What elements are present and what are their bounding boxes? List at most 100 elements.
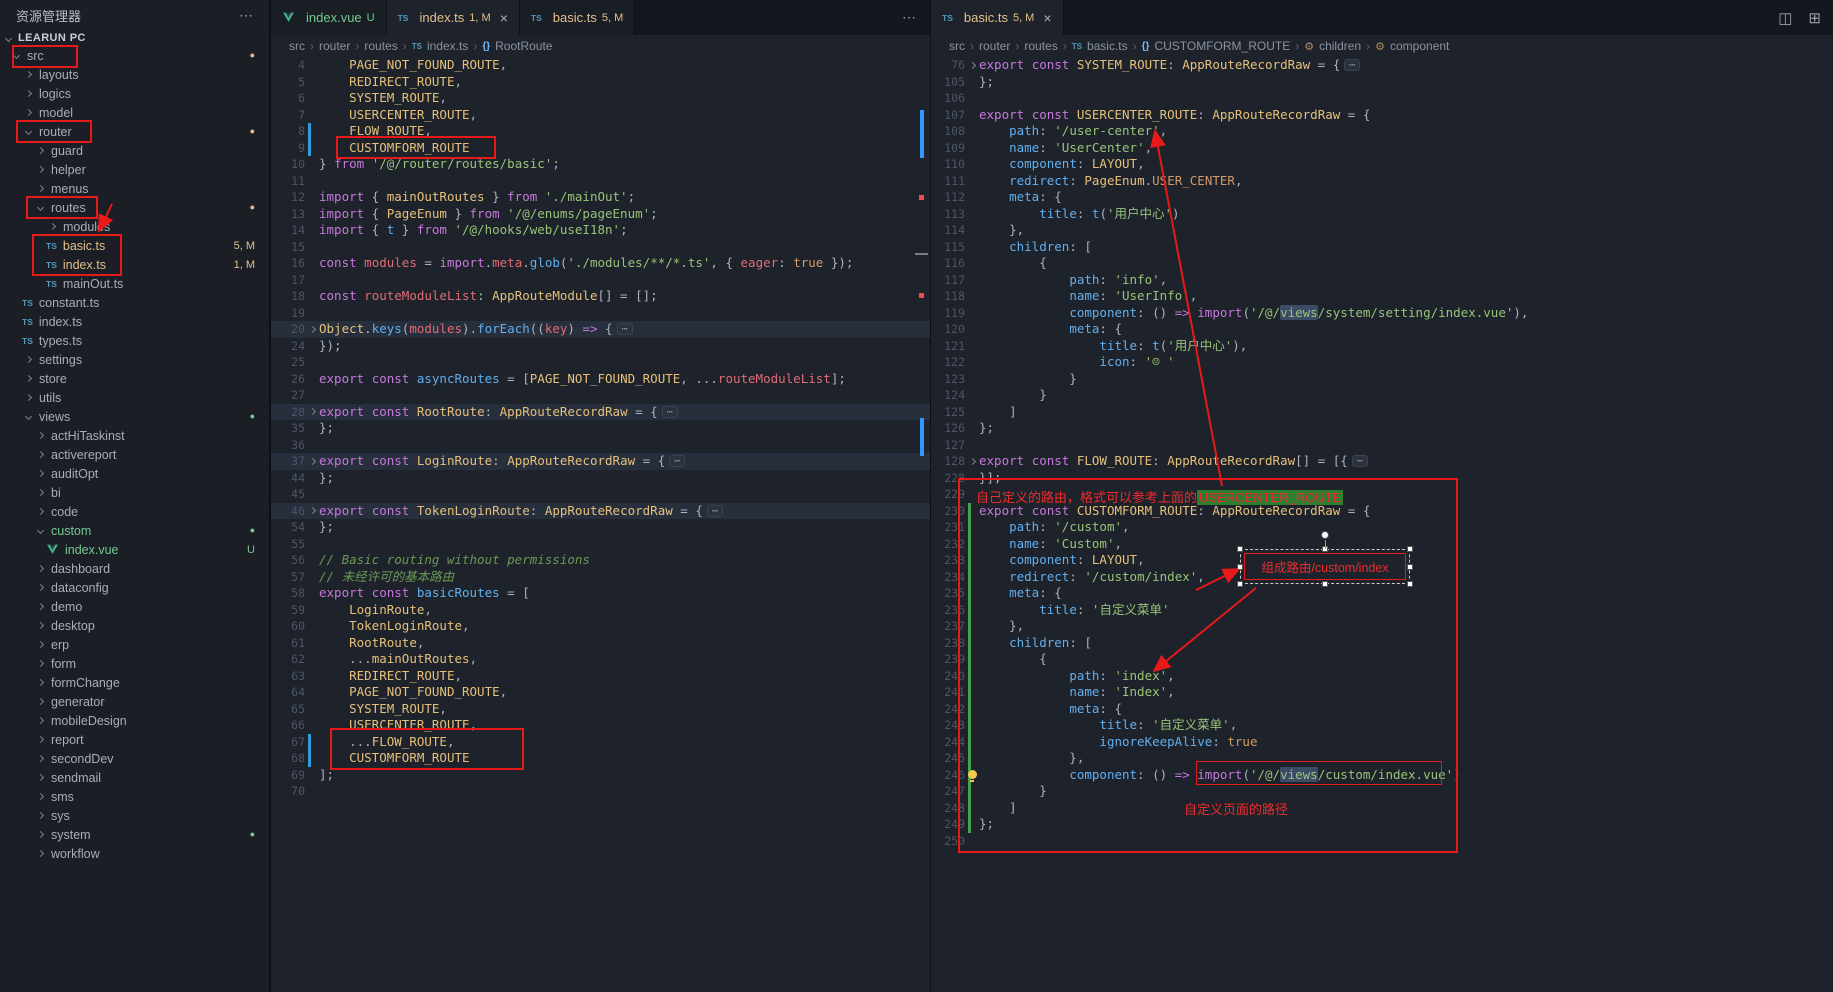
tab-basic.ts[interactable]: TSbasic.ts5, M× xyxy=(931,0,1064,35)
code-line[interactable]: 57// 未经许可的基本路由 xyxy=(271,569,930,586)
code-line[interactable]: 68 CUSTOMFORM_ROUTE xyxy=(271,750,930,767)
tree-item-actHiTaskinst[interactable]: actHiTaskinst xyxy=(0,426,269,445)
code-line[interactable]: 246 component: () => import('/@/views/cu… xyxy=(931,767,1833,784)
code-line[interactable]: 45 xyxy=(271,486,930,503)
code-line[interactable]: 76export const SYSTEM_ROUTE: AppRouteRec… xyxy=(931,57,1833,74)
breadcrumb-item-src[interactable]: src xyxy=(949,39,965,53)
tree-item-settings[interactable]: settings xyxy=(0,350,269,369)
code-line[interactable]: 117 path: 'info', xyxy=(931,272,1833,289)
fold-chevron-icon[interactable] xyxy=(968,62,975,69)
code-line[interactable]: 66 USERCENTER_ROUTE, xyxy=(271,717,930,734)
editor-more-icon[interactable]: ⋯ xyxy=(902,9,930,26)
workspace-section-header[interactable]: LEARUN PC xyxy=(0,30,269,46)
split-editor-icon[interactable]: ◫ xyxy=(1778,9,1792,27)
code-area-center[interactable]: 4 PAGE_NOT_FOUND_ROUTE,5 REDIRECT_ROUTE,… xyxy=(271,57,930,800)
tree-item-dataconfig[interactable]: dataconfig xyxy=(0,578,269,597)
code-line[interactable]: 237 }, xyxy=(931,618,1833,635)
code-line[interactable]: 229 xyxy=(931,486,1833,503)
code-line[interactable]: 65 SYSTEM_ROUTE, xyxy=(271,701,930,718)
code-line[interactable]: 125 ] xyxy=(931,404,1833,421)
code-line[interactable]: 55 xyxy=(271,536,930,553)
code-line[interactable]: 10} from '/@/router/routes/basic'; xyxy=(271,156,930,173)
breadcrumb-item-router[interactable]: router xyxy=(319,39,350,53)
tree-item-mobileDesign[interactable]: mobileDesign xyxy=(0,711,269,730)
code-line[interactable]: 112 meta: { xyxy=(931,189,1833,206)
code-line[interactable]: 230export const CUSTOMFORM_ROUTE: AppRou… xyxy=(931,503,1833,520)
tree-item-code[interactable]: code xyxy=(0,502,269,521)
code-line[interactable]: 243 title: '自定义菜单', xyxy=(931,717,1833,734)
code-line[interactable]: 19 xyxy=(271,305,930,322)
code-line[interactable]: 12import { mainOutRoutes } from './mainO… xyxy=(271,189,930,206)
tree-item-modules[interactable]: modules xyxy=(0,217,269,236)
tree-item-constant.ts[interactable]: TSconstant.ts xyxy=(0,293,269,312)
code-line[interactable]: 109 name: 'UserCenter', xyxy=(931,140,1833,157)
code-line[interactable]: 116 { xyxy=(931,255,1833,272)
editor-layout-icon[interactable]: ⊞ xyxy=(1808,9,1821,27)
code-line[interactable]: 110 component: LAYOUT, xyxy=(931,156,1833,173)
tree-item-sms[interactable]: sms xyxy=(0,787,269,806)
code-line[interactable]: 121 title: t('用户中心'), xyxy=(931,338,1833,355)
code-line[interactable]: 113 title: t('用户中心') xyxy=(931,206,1833,223)
code-line[interactable]: 241 name: 'Index', xyxy=(931,684,1833,701)
tree-item-index.ts[interactable]: TSindex.ts xyxy=(0,312,269,331)
fold-chevron-icon[interactable] xyxy=(308,408,315,415)
code-line[interactable]: 46export const TokenLoginRoute: AppRoute… xyxy=(271,503,930,520)
code-line[interactable]: 236 title: '自定义菜单' xyxy=(931,602,1833,619)
breadcrumb-item-children[interactable]: children xyxy=(1319,39,1361,53)
lightbulb-icon[interactable] xyxy=(968,770,977,779)
code-line[interactable]: 128export const FLOW_ROUTE: AppRouteReco… xyxy=(931,453,1833,470)
tab-basic.ts[interactable]: TSbasic.ts5, M xyxy=(520,0,635,35)
code-line[interactable]: 235 meta: { xyxy=(931,585,1833,602)
tree-item-dashboard[interactable]: dashboard xyxy=(0,559,269,578)
code-line[interactable]: 114 }, xyxy=(931,222,1833,239)
tree-item-formChange[interactable]: formChange xyxy=(0,673,269,692)
tree-item-workflow[interactable]: workflow xyxy=(0,844,269,863)
code-line[interactable]: 123 } xyxy=(931,371,1833,388)
tree-item-erp[interactable]: erp xyxy=(0,635,269,654)
breadcrumb-item-routes[interactable]: routes xyxy=(364,39,397,53)
tree-item-src[interactable]: src● xyxy=(0,46,269,65)
code-area-right[interactable]: 76export const SYSTEM_ROUTE: AppRouteRec… xyxy=(931,57,1833,849)
tab-close-icon[interactable]: × xyxy=(1043,11,1051,25)
tree-item-basic.ts[interactable]: TSbasic.ts5, M xyxy=(0,236,269,255)
tree-item-layouts[interactable]: layouts xyxy=(0,65,269,84)
fold-chevron-icon[interactable] xyxy=(308,458,315,465)
fold-chevron-icon[interactable] xyxy=(308,507,315,514)
breadcrumb-item-CUSTOMFORM_ROUTE[interactable]: CUSTOMFORM_ROUTE xyxy=(1154,39,1290,53)
tab-index.vue[interactable]: index.vueU xyxy=(271,0,387,35)
code-line[interactable]: 70 xyxy=(271,783,930,800)
tree-item-auditOpt[interactable]: auditOpt xyxy=(0,464,269,483)
tree-item-helper[interactable]: helper xyxy=(0,160,269,179)
tree-item-router[interactable]: router● xyxy=(0,122,269,141)
code-line[interactable]: 8 FLOW_ROUTE, xyxy=(271,123,930,140)
code-line[interactable]: 35}; xyxy=(271,420,930,437)
code-line[interactable]: 7 USERCENTER_ROUTE, xyxy=(271,107,930,124)
code-line[interactable]: 118 name: 'UserInfo', xyxy=(931,288,1833,305)
code-line[interactable]: 250 xyxy=(931,833,1833,850)
code-line[interactable]: 24}); xyxy=(271,338,930,355)
tree-item-form[interactable]: form xyxy=(0,654,269,673)
tree-item-mainOut.ts[interactable]: TSmainOut.ts xyxy=(0,274,269,293)
code-line[interactable]: 20Object.keys(modules).forEach((key) => … xyxy=(271,321,930,338)
code-line[interactable]: 124 } xyxy=(931,387,1833,404)
code-line[interactable]: 247 } xyxy=(931,783,1833,800)
code-line[interactable]: 27 xyxy=(271,387,930,404)
code-line[interactable]: 111 redirect: PageEnum.USER_CENTER, xyxy=(931,173,1833,190)
code-line[interactable]: 64 PAGE_NOT_FOUND_ROUTE, xyxy=(271,684,930,701)
code-line[interactable]: 60 TokenLoginRoute, xyxy=(271,618,930,635)
code-line[interactable]: 15 xyxy=(271,239,930,256)
code-line[interactable]: 67 ...FLOW_ROUTE, xyxy=(271,734,930,751)
code-line[interactable]: 245 }, xyxy=(931,750,1833,767)
code-line[interactable]: 37export const LoginRoute: AppRouteRecor… xyxy=(271,453,930,470)
code-line[interactable]: 244 ignoreKeepAlive: true xyxy=(931,734,1833,751)
code-line[interactable]: 62 ...mainOutRoutes, xyxy=(271,651,930,668)
code-line[interactable]: 6 SYSTEM_ROUTE, xyxy=(271,90,930,107)
code-line[interactable]: 61 RootRoute, xyxy=(271,635,930,652)
code-line[interactable]: 63 REDIRECT_ROUTE, xyxy=(271,668,930,685)
code-line[interactable]: 231 path: '/custom', xyxy=(931,519,1833,536)
code-line[interactable]: 56// Basic routing without permissions xyxy=(271,552,930,569)
code-line[interactable]: 248 ] xyxy=(931,800,1833,817)
code-line[interactable]: 16const modules = import.meta.glob('./mo… xyxy=(271,255,930,272)
code-line[interactable]: 233 component: LAYOUT, xyxy=(931,552,1833,569)
tree-item-logics[interactable]: logics xyxy=(0,84,269,103)
